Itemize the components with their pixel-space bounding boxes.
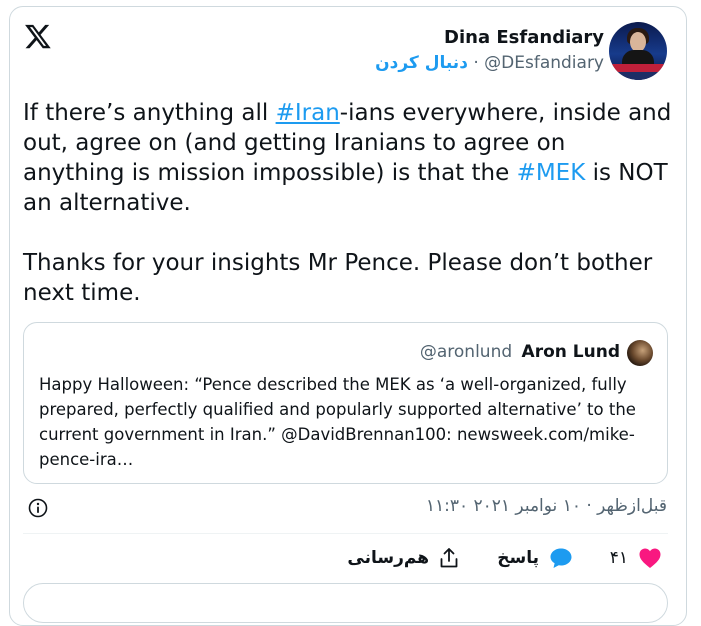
avatar-face xyxy=(630,32,646,52)
tweet-paragraph-2: Thanks for your insights Mr Pence. Pleas… xyxy=(23,250,653,306)
quoted-handle: @aronlund xyxy=(419,342,513,362)
like-count: ۴۱ xyxy=(609,548,628,568)
avatar-news-bar xyxy=(609,64,667,72)
reply-button[interactable]: پاسخ xyxy=(497,544,573,572)
quoted-name: Aron Lund xyxy=(521,342,620,362)
hashtag-mek-link[interactable]: #MEK xyxy=(517,160,586,186)
share-label: هم‌رسانی xyxy=(347,548,429,568)
reply-label: پاسخ xyxy=(497,548,539,568)
share-icon xyxy=(440,548,458,568)
read-replies-button[interactable] xyxy=(23,583,668,623)
author-avatar[interactable] xyxy=(609,22,667,80)
author-handle[interactable]: @DEsfandiary xyxy=(484,53,604,73)
share-button[interactable]: هم‌رسانی xyxy=(347,544,459,572)
actions-divider xyxy=(23,533,668,534)
tweet-timestamp[interactable]: ۱۱:۳۰ قبل‌ازظهر · ۱۰ نوامبر ۲۰۲۱ xyxy=(426,496,667,516)
x-logo-icon[interactable] xyxy=(24,22,52,50)
avatar-news-bar-lower xyxy=(609,72,667,80)
info-icon[interactable] xyxy=(28,498,48,518)
like-button[interactable]: ۴۱ xyxy=(610,544,662,572)
quoted-text: Happy Halloween: “Pence described the ME… xyxy=(39,375,636,469)
tweet-text-part: If there’s anything all xyxy=(23,100,276,126)
hashtag-iran-link[interactable]: #Iran xyxy=(276,100,340,126)
quoted-avatar xyxy=(627,340,653,366)
reply-bubble-icon xyxy=(550,548,572,568)
quoted-tweet[interactable]: @aronlund Aron Lund Happy Halloween: “Pe… xyxy=(23,322,668,484)
heart-icon xyxy=(639,548,661,568)
meta-separator: · xyxy=(473,53,479,73)
author-meta: دنبال کردن · @DEsfandiary xyxy=(375,53,604,73)
tweet-text: If there’s anything all #Iran-ians every… xyxy=(23,98,673,308)
follow-button[interactable]: دنبال کردن xyxy=(375,53,468,73)
quoted-header: @aronlund Aron Lund xyxy=(420,342,620,362)
author-name[interactable]: Dina Esfandiary xyxy=(444,27,604,48)
